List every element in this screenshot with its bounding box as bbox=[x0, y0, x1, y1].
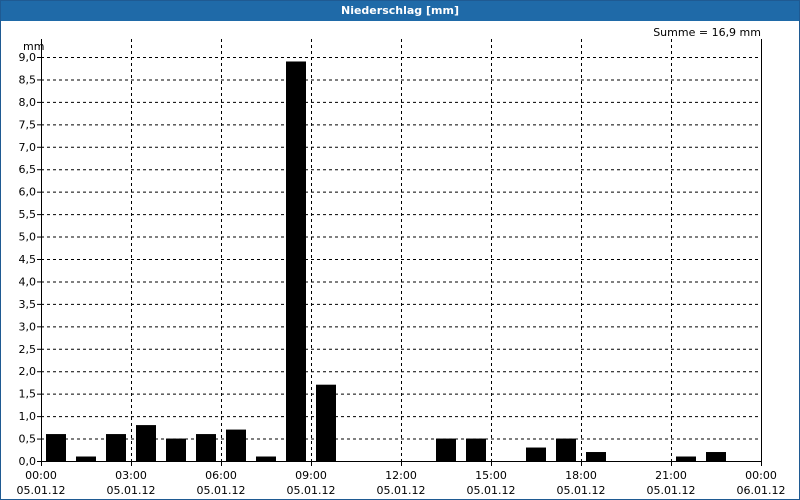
bar bbox=[526, 447, 546, 461]
x-tick-time-label: 00:00 bbox=[745, 469, 777, 482]
y-tick-label: 0,5 bbox=[19, 433, 37, 446]
bar bbox=[136, 425, 156, 461]
y-tick-label: 4,5 bbox=[19, 253, 37, 266]
bar bbox=[706, 452, 726, 461]
y-tick-label: 4,0 bbox=[19, 275, 37, 288]
y-tick-label: 0,0 bbox=[19, 455, 37, 468]
bar bbox=[76, 456, 96, 461]
y-tick-label: 5,0 bbox=[19, 231, 37, 244]
bar bbox=[256, 456, 276, 461]
y-tick-label: 2,0 bbox=[19, 365, 37, 378]
x-tick-date-label: 05.01.12 bbox=[197, 484, 246, 497]
y-tick-label: 6,0 bbox=[19, 186, 37, 199]
bar bbox=[676, 456, 696, 461]
x-tick-time-label: 12:00 bbox=[385, 469, 417, 482]
y-tick-label: 3,5 bbox=[19, 298, 37, 311]
y-tick-label: 1,0 bbox=[19, 410, 37, 423]
bar bbox=[586, 452, 606, 461]
precipitation-chart: mm Summe = 16,9 mm 0,00,51,01,52,02,53,0… bbox=[17, 26, 786, 497]
bar bbox=[286, 61, 306, 461]
x-tick-date-label: 05.01.12 bbox=[17, 484, 66, 497]
x-tick-date-label: 05.01.12 bbox=[557, 484, 606, 497]
x-tick-labels: 00:00 05.01.12 03:00 05.01.12 06:00 05.01.12 0… bbox=[17, 469, 786, 497]
x-tick-date-label: 06.01.12 bbox=[737, 484, 786, 497]
x-tick-date-label: 05.01.12 bbox=[467, 484, 516, 497]
x-tick-time-label: 21:00 bbox=[655, 469, 687, 482]
x-tick-date-label: 05.01.12 bbox=[647, 484, 696, 497]
bar bbox=[46, 434, 66, 461]
y-tick-labels: 0,0 0,5 1,0 1,5 2,0 2,5 3,0 3,5 4,0 4,5 5,0 5,5 6,0 6… bbox=[19, 51, 37, 468]
y-tick-label: 5,5 bbox=[19, 208, 37, 221]
y-tick-label: 7,0 bbox=[19, 141, 37, 154]
x-tick-time-label: 15:00 bbox=[475, 469, 507, 482]
y-tick-label: 2,5 bbox=[19, 343, 37, 356]
sum-annotation: Summe = 16,9 mm bbox=[653, 26, 761, 39]
x-tick-date-label: 05.01.12 bbox=[377, 484, 426, 497]
x-tick-time-label: 03:00 bbox=[115, 469, 147, 482]
y-tick-label: 3,0 bbox=[19, 320, 37, 333]
x-tick-time-label: 09:00 bbox=[295, 469, 327, 482]
x-tick-date-label: 05.01.12 bbox=[107, 484, 156, 497]
y-tick-label: 7,5 bbox=[19, 118, 37, 131]
x-tick-time-label: 06:00 bbox=[205, 469, 237, 482]
bar bbox=[466, 438, 486, 461]
bar bbox=[196, 434, 216, 461]
bar bbox=[106, 434, 126, 461]
y-tick-label: 1,5 bbox=[19, 388, 37, 401]
y-tick-label: 6,5 bbox=[19, 163, 37, 176]
bar bbox=[556, 438, 576, 461]
grid-lines bbox=[41, 39, 761, 461]
bar bbox=[316, 384, 336, 461]
y-tick-label: 8,5 bbox=[19, 73, 37, 86]
axes bbox=[37, 39, 762, 466]
bar bbox=[226, 429, 246, 461]
y-tick-label: 8,0 bbox=[19, 96, 37, 109]
bars bbox=[46, 61, 726, 461]
bar bbox=[166, 438, 186, 461]
x-tick-time-label: 18:00 bbox=[565, 469, 597, 482]
x-tick-time-label: 00:00 bbox=[25, 469, 57, 482]
y-tick-label: 9,0 bbox=[19, 51, 37, 64]
x-tick-date-label: 05.01.12 bbox=[287, 484, 336, 497]
bar bbox=[436, 438, 456, 461]
